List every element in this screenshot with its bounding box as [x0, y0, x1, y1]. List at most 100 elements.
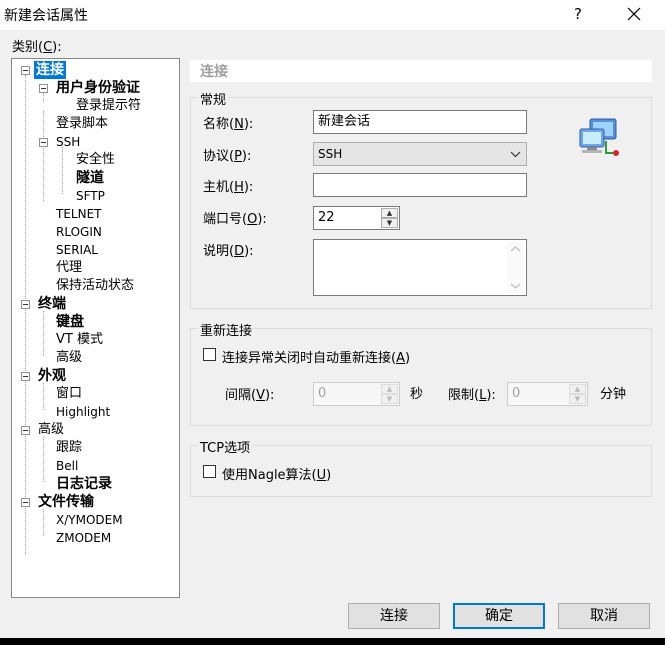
protocol-label: 协议(P):: [203, 145, 251, 164]
tree-item-rlogin[interactable]: RLOGIN: [56, 223, 102, 241]
description-label-end: ):: [244, 244, 254, 259]
tree-item-keepalive[interactable]: 保持活动状态: [56, 277, 134, 295]
auto-reconnect-label-text: 连接异常关闭时自动重新连接(: [222, 351, 397, 366]
interval-label-end: ):: [264, 388, 275, 403]
window-title: 新建会话属性: [4, 8, 88, 24]
nagle-checkbox[interactable]: [203, 465, 216, 478]
interval-label: 间隔(V):: [225, 384, 274, 403]
close-button[interactable]: [620, 2, 648, 26]
section-title: 连接: [200, 64, 228, 80]
limit-unit: 分钟: [600, 387, 627, 402]
interval-unit: 秒: [410, 387, 424, 402]
host-field[interactable]: [313, 173, 527, 197]
collapse-icon[interactable]: [21, 498, 30, 507]
collapse-icon[interactable]: [21, 372, 30, 381]
taskbar-edge: [0, 638, 665, 645]
name-field[interactable]: 新建会话: [313, 110, 527, 134]
nagle-label-end: ): [326, 468, 332, 483]
protocol-select[interactable]: SSH: [313, 142, 527, 166]
tree-item-terminal[interactable]: 终端: [38, 295, 66, 313]
connect-button[interactable]: 连接: [348, 603, 440, 629]
tree-line: [43, 93, 44, 102]
category-label: 类别(C):: [12, 36, 62, 55]
tree-item-tunnel[interactable]: 隧道: [76, 169, 104, 187]
host-label-key: H: [234, 180, 244, 195]
tree-item-keyboard[interactable]: 键盘: [56, 313, 84, 331]
tree-line: [43, 111, 44, 201]
name-label-text: 名称(: [203, 117, 235, 132]
protocol-label-end: ):: [241, 149, 252, 164]
chevron-down-icon: [510, 151, 521, 158]
tree-line: [43, 311, 44, 356]
auto-reconnect-checkbox[interactable]: [203, 348, 216, 361]
help-button[interactable]: ?: [566, 2, 590, 26]
collapse-icon[interactable]: [21, 66, 30, 75]
protocol-select-value: SSH: [318, 147, 343, 161]
collapse-icon[interactable]: [21, 300, 30, 309]
tree-item-zmodem[interactable]: ZMODEM: [56, 529, 111, 547]
tree-item-login-script[interactable]: 登录脚本: [56, 115, 108, 133]
tree-item-appearance[interactable]: 外观: [38, 367, 66, 385]
description-label: 说明(D):: [203, 240, 254, 259]
description-label-key: D: [234, 244, 245, 259]
protocol-label-text: 协议(: [203, 149, 235, 164]
tree-item-connect[interactable]: 连接: [34, 61, 66, 79]
tree-line: [25, 75, 26, 555]
port-label-text: 端口号(: [203, 212, 248, 227]
tree-item-highlight[interactable]: Highlight: [56, 403, 110, 421]
limit-spin-down-icon[interactable]: ▼: [569, 394, 586, 404]
name-label: 名称(N):: [203, 113, 253, 132]
section-header: [190, 60, 652, 82]
tree-item-sftp[interactable]: SFTP: [76, 187, 105, 205]
tree-item-security[interactable]: 安全性: [76, 151, 115, 169]
port-spin-down-icon[interactable]: ▼: [381, 218, 398, 228]
category-label-key: C: [43, 40, 53, 55]
description-field[interactable]: [313, 239, 527, 296]
tree-item-telnet[interactable]: TELNET: [56, 205, 102, 223]
protocol-label-key: P: [234, 149, 242, 164]
auto-reconnect-label-end: ): [404, 351, 411, 366]
limit-label-end: ):: [486, 388, 496, 403]
nagle-label-text: 使用Nagle算法(: [222, 468, 317, 483]
tree-line: [43, 509, 44, 536]
auto-reconnect-label[interactable]: 连接异常关闭时自动重新连接(A): [222, 347, 410, 366]
tree-item-window[interactable]: 窗口: [56, 385, 82, 403]
nagle-label[interactable]: 使用Nagle算法(U): [222, 464, 331, 483]
collapse-icon[interactable]: [39, 84, 48, 93]
tree-item-serial[interactable]: SERIAL: [56, 241, 98, 259]
tree-item-ssh[interactable]: SSH: [56, 133, 80, 151]
interval-spin-up-icon[interactable]: ▲: [381, 384, 398, 394]
tree-item-log[interactable]: 日志记录: [56, 475, 112, 493]
interval-spin-down-icon[interactable]: ▼: [381, 394, 398, 404]
ok-button[interactable]: 确定: [453, 603, 545, 629]
port-label-end: ):: [257, 212, 267, 227]
category-label-end: ):: [52, 40, 62, 55]
description-label-text: 说明(: [203, 244, 235, 259]
close-icon: [627, 7, 641, 21]
tree-item-advanced[interactable]: 高级: [38, 421, 64, 439]
tree-item-terminal-advanced[interactable]: 高级: [56, 349, 82, 367]
port-label: 端口号(O):: [203, 208, 267, 227]
host-label-text: 主机(: [203, 180, 235, 195]
tree-item-proxy[interactable]: 代理: [56, 259, 82, 277]
general-group-title: 常规: [198, 89, 229, 108]
description-scrollbar[interactable]: [507, 242, 524, 293]
category-label-text: 类别(: [12, 40, 44, 55]
name-label-key: N: [234, 117, 244, 132]
tree-item-trace[interactable]: 跟踪: [56, 439, 82, 457]
tree-item-user-auth[interactable]: 用户身份验证: [56, 79, 140, 97]
collapse-icon[interactable]: [39, 138, 48, 147]
tree-item-xymodem[interactable]: X/YMODEM: [56, 511, 123, 529]
cancel-button[interactable]: 取消: [558, 603, 650, 629]
tree-item-vt-mode[interactable]: VT 模式: [56, 331, 103, 349]
tree-line: [62, 147, 63, 194]
limit-spin-up-icon[interactable]: ▲: [569, 384, 586, 394]
tree-item-file-transfer[interactable]: 文件传输: [38, 493, 94, 511]
port-spin-up-icon[interactable]: ▲: [381, 208, 398, 218]
auto-reconnect-label-key: A: [396, 351, 405, 366]
category-tree[interactable]: 连接 用户身份验证 登录提示符 登录脚本 SSH 安全性 隧道 SFTP TEL…: [11, 58, 180, 598]
tree-item-login-prompt[interactable]: 登录提示符: [76, 97, 141, 115]
collapse-icon[interactable]: [21, 426, 30, 435]
limit-label: 限制(L):: [448, 384, 496, 403]
tree-item-bell[interactable]: Bell: [56, 457, 78, 475]
